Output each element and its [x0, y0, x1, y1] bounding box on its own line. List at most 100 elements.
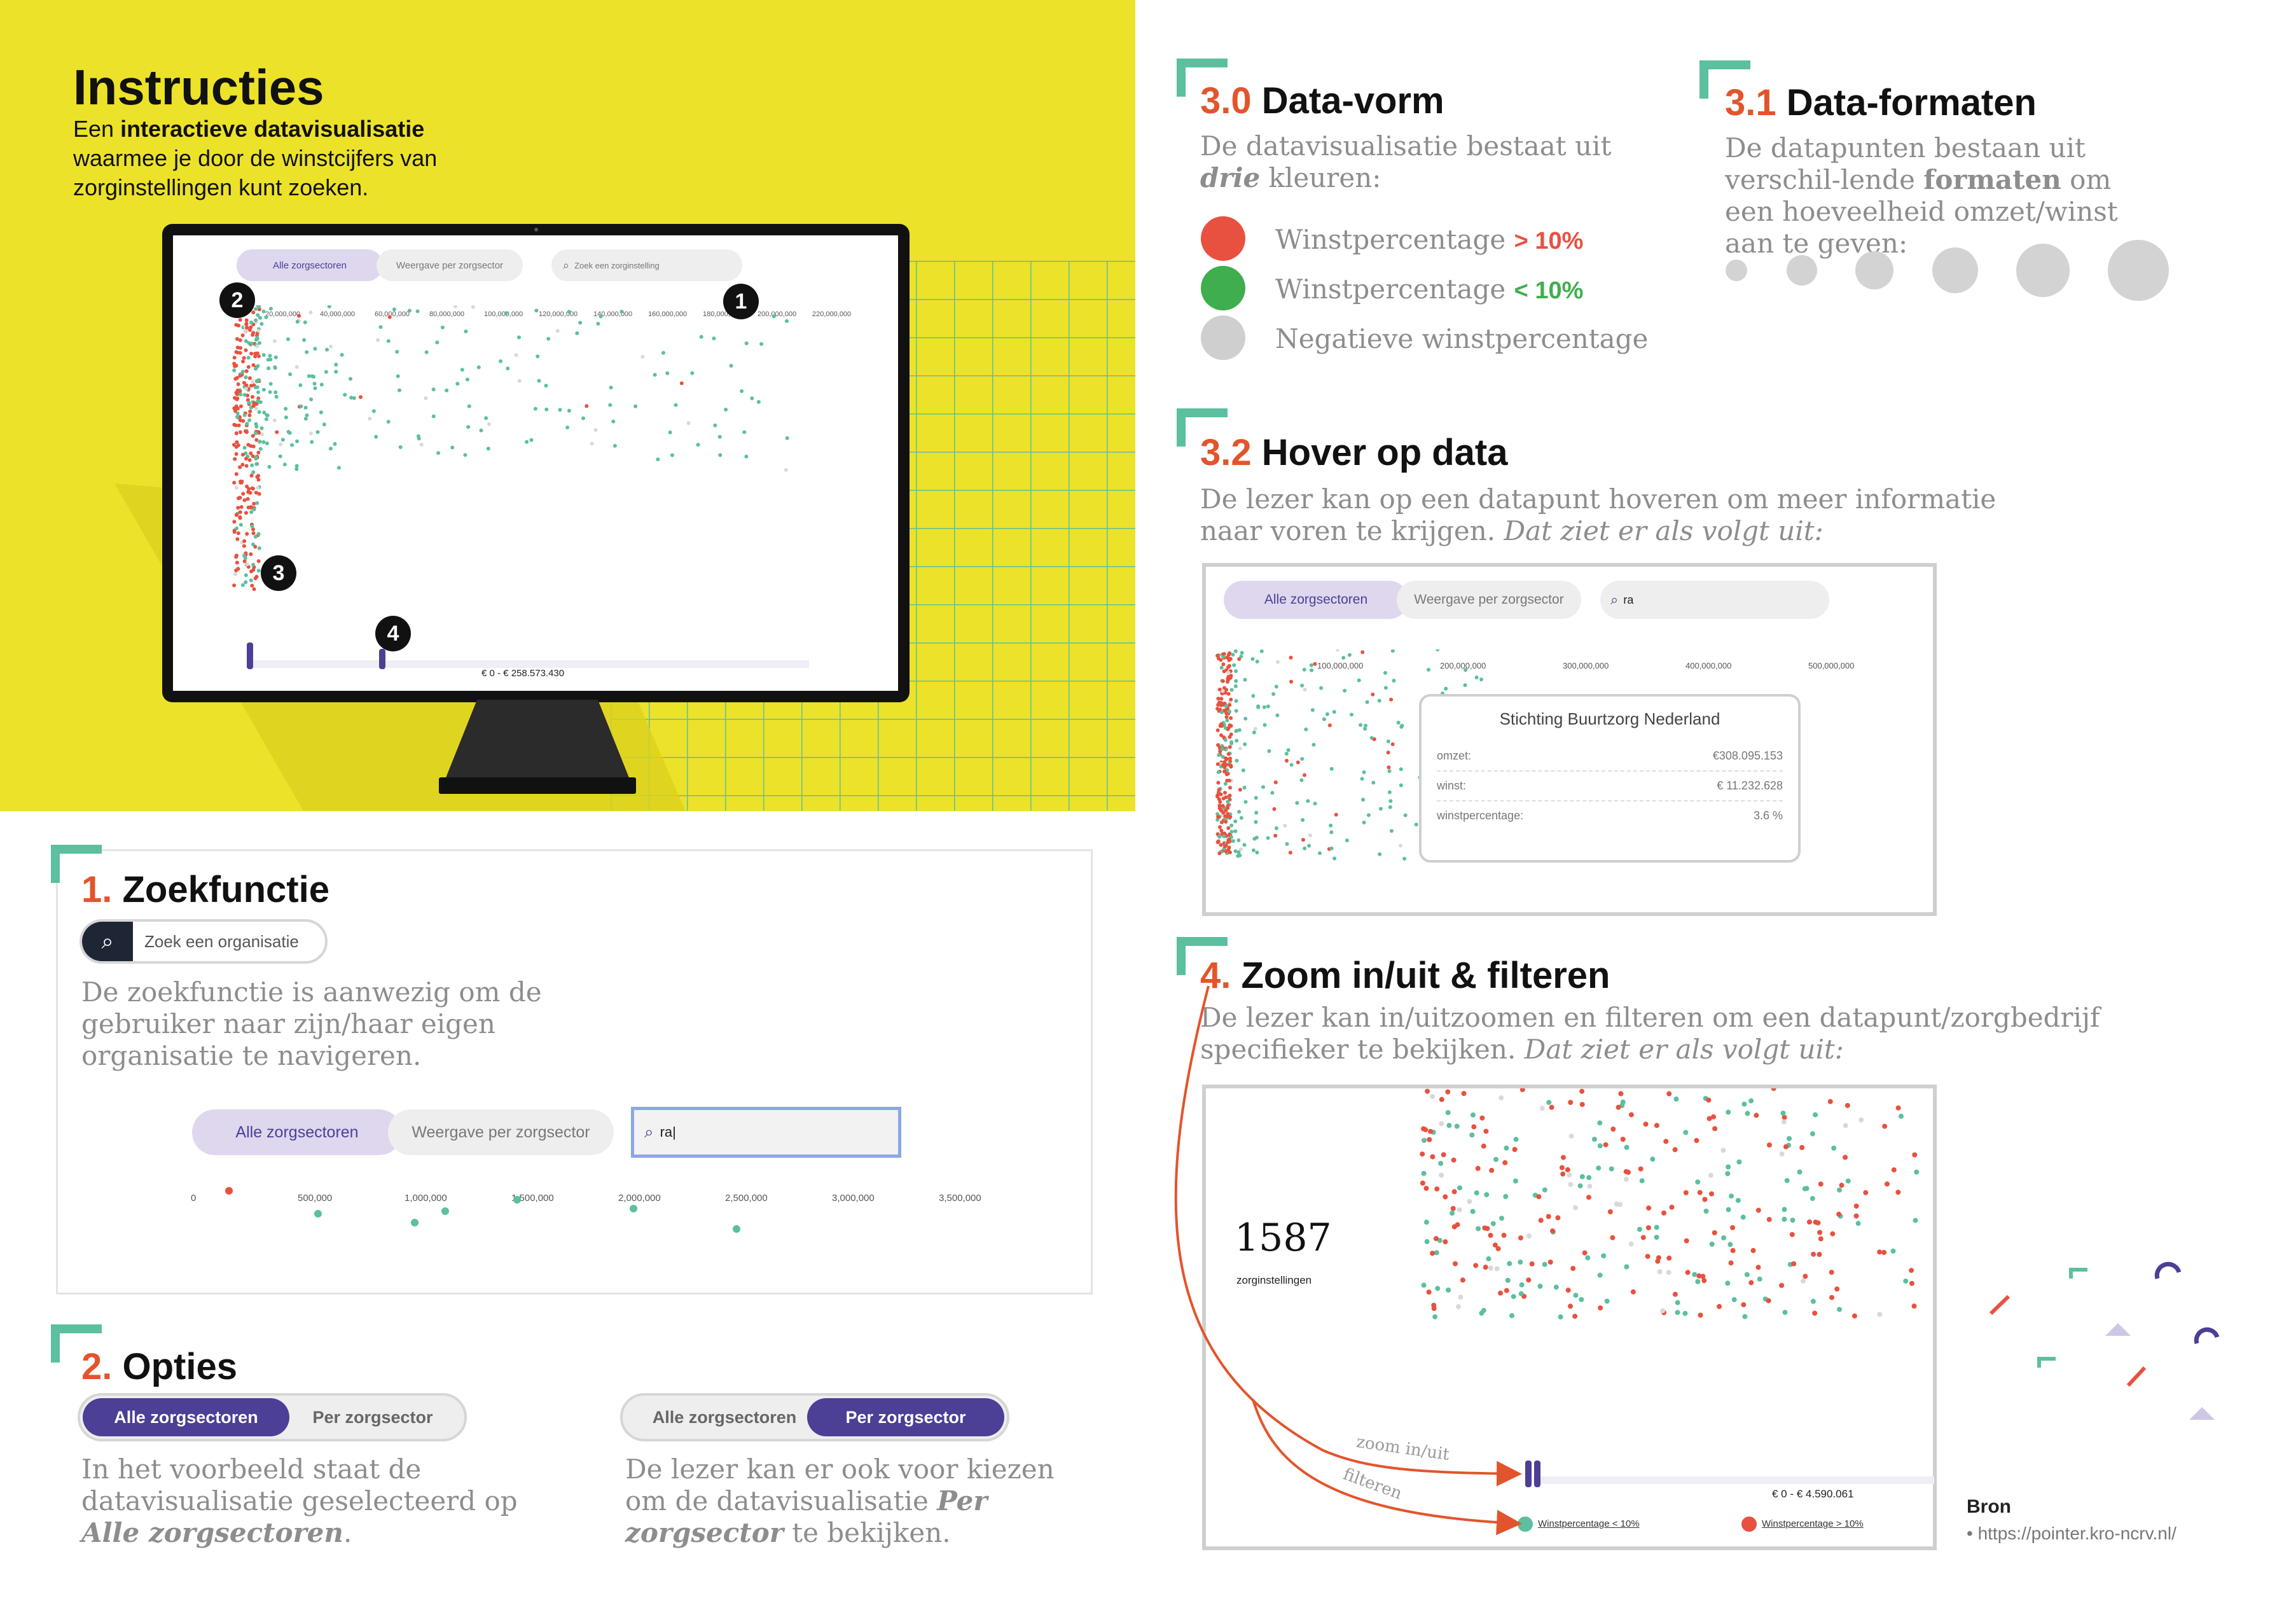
data-point[interactable] — [392, 307, 396, 312]
data-point[interactable] — [264, 417, 268, 421]
data-point[interactable] — [1587, 1183, 1593, 1189]
data-point[interactable] — [313, 347, 317, 351]
data-point[interactable] — [274, 394, 279, 399]
data-point[interactable] — [1666, 1255, 1672, 1261]
data-point[interactable] — [1568, 1182, 1574, 1188]
data-point[interactable] — [238, 465, 242, 469]
data-point[interactable] — [1254, 796, 1258, 800]
data-point[interactable] — [1666, 1091, 1672, 1097]
data-point[interactable] — [445, 388, 449, 392]
data-point[interactable] — [1302, 667, 1306, 672]
data-point[interactable] — [315, 430, 320, 434]
data-point[interactable] — [249, 505, 253, 509]
data-point[interactable] — [1572, 1314, 1578, 1319]
data-point[interactable] — [247, 376, 252, 380]
data-point[interactable] — [611, 419, 616, 424]
data-point[interactable] — [242, 498, 247, 503]
data-point[interactable] — [247, 458, 252, 462]
data-point[interactable] — [435, 340, 439, 345]
data-point[interactable] — [247, 418, 252, 422]
data-point[interactable] — [266, 366, 271, 370]
data-point[interactable] — [1673, 1096, 1679, 1102]
data-point[interactable] — [1225, 718, 1229, 723]
data-point[interactable] — [1853, 1204, 1859, 1209]
data-point[interactable] — [1683, 1190, 1689, 1195]
data-point[interactable] — [465, 377, 469, 382]
data-point[interactable] — [1771, 1088, 1776, 1091]
data-point[interactable] — [665, 371, 670, 375]
data-point[interactable] — [1766, 1298, 1771, 1303]
data-point[interactable] — [280, 438, 285, 442]
data-point[interactable] — [1272, 807, 1277, 811]
data-point[interactable] — [1579, 1102, 1585, 1107]
data-point[interactable] — [1221, 689, 1225, 693]
data-point[interactable] — [253, 534, 258, 539]
data-point[interactable] — [1341, 656, 1346, 660]
data-point[interactable] — [1347, 653, 1352, 657]
data-point[interactable] — [251, 331, 256, 335]
data-point[interactable] — [407, 309, 412, 313]
search-input[interactable]: ⌕ Zoek een zorginstelling — [551, 249, 742, 281]
data-point[interactable] — [1216, 781, 1221, 785]
data-point[interactable] — [1289, 679, 1293, 684]
data-point[interactable] — [232, 356, 237, 360]
data-point[interactable] — [256, 485, 260, 490]
data-point[interactable] — [258, 316, 262, 320]
source-url[interactable]: • https://pointer.kro-ncrv.nl/ — [1967, 1523, 2177, 1544]
data-point[interactable] — [251, 395, 254, 399]
data-point[interactable] — [264, 315, 268, 319]
data-point[interactable] — [1233, 819, 1238, 824]
zoom-slider-handle-right[interactable] — [379, 649, 385, 669]
data-point[interactable] — [1234, 709, 1238, 713]
data-point[interactable] — [1628, 1241, 1634, 1247]
data-point[interactable] — [234, 350, 239, 354]
data-point[interactable] — [1570, 1266, 1576, 1271]
data-point[interactable] — [1274, 826, 1278, 830]
data-point[interactable] — [1463, 683, 1467, 688]
data-point[interactable] — [537, 378, 541, 383]
data-point[interactable] — [244, 322, 249, 326]
data-point[interactable] — [1813, 1112, 1818, 1118]
data-point[interactable] — [249, 320, 253, 324]
data-point[interactable] — [1735, 1198, 1741, 1204]
data-point[interactable] — [1726, 1109, 1731, 1115]
data-point[interactable] — [517, 335, 521, 340]
data-point[interactable] — [1721, 1235, 1726, 1240]
data-point[interactable] — [1252, 836, 1257, 841]
data-point[interactable] — [1781, 1119, 1787, 1125]
data-point[interactable] — [1546, 1214, 1551, 1219]
data-point[interactable] — [1227, 658, 1231, 662]
data-point[interactable] — [1398, 843, 1402, 848]
data-point[interactable] — [1228, 745, 1232, 749]
data-point[interactable] — [1301, 838, 1305, 842]
data-point[interactable] — [253, 354, 258, 359]
data-point[interactable] — [467, 404, 471, 408]
data-point[interactable] — [256, 450, 261, 455]
data-point[interactable] — [1235, 728, 1238, 733]
data-point[interactable] — [1267, 749, 1271, 753]
data-point[interactable] — [1223, 782, 1228, 786]
data-point[interactable] — [249, 569, 254, 574]
data-point[interactable] — [1300, 683, 1305, 688]
data-point[interactable] — [255, 385, 260, 389]
data-point[interactable] — [640, 354, 645, 359]
data-point[interactable] — [1845, 1178, 1851, 1184]
data-point[interactable] — [247, 487, 251, 491]
data-point[interactable] — [319, 410, 323, 415]
data-point[interactable] — [234, 472, 239, 476]
data-point[interactable] — [1224, 711, 1229, 716]
data-point[interactable] — [1818, 1236, 1824, 1242]
data-point[interactable] — [712, 337, 716, 340]
data-point[interactable] — [242, 539, 247, 543]
data-point[interactable] — [273, 390, 278, 394]
data-point[interactable] — [312, 375, 315, 379]
data-point[interactable] — [1885, 1181, 1890, 1187]
data-point[interactable] — [1696, 1273, 1702, 1279]
data-point[interactable] — [1361, 798, 1366, 802]
data-point[interactable] — [273, 355, 278, 359]
data-point[interactable] — [1837, 1187, 1842, 1193]
data-point[interactable] — [1228, 735, 1232, 739]
data-point[interactable] — [1233, 829, 1238, 833]
data-point[interactable] — [1388, 799, 1393, 803]
data-point[interactable] — [242, 544, 246, 548]
